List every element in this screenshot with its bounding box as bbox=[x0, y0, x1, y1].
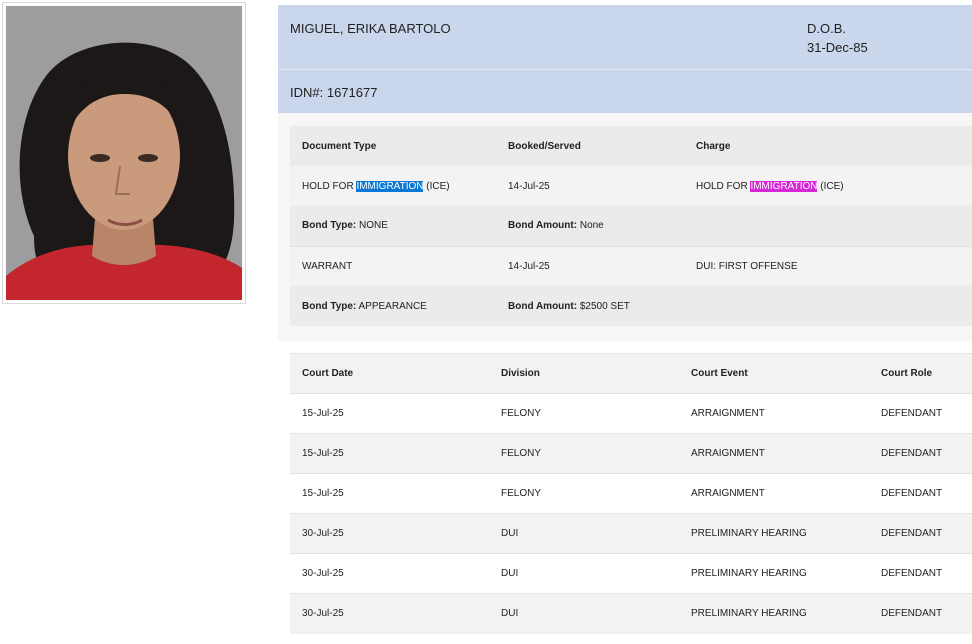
inmate-name: MIGUEL, ERIKA BARTOLO bbox=[290, 21, 451, 36]
charge-row: WARRANT 14-Jul-25 DUI: FIRST OFFENSE bbox=[290, 245, 972, 286]
court-date-cell: 15-Jul-25 bbox=[290, 473, 489, 514]
charge-cell: DUI: FIRST OFFENSE bbox=[684, 245, 972, 286]
court-date-cell: 15-Jul-25 bbox=[290, 393, 489, 434]
court-row: 30-Jul-25 DUI PRELIMINARY HEARING DEFEND… bbox=[290, 593, 972, 634]
court-event-cell: PRELIMINARY HEARING bbox=[679, 553, 869, 594]
court-row: 30-Jul-25 DUI PRELIMINARY HEARING DEFEND… bbox=[290, 513, 972, 554]
idn-number: IDN#: 1671677 bbox=[290, 85, 378, 100]
court-row: 15-Jul-25 FELONY ARRAIGNMENT DEFENDANT bbox=[290, 433, 972, 474]
col-charge: Charge bbox=[684, 126, 972, 166]
document-type-cell: HOLD FOR IMMIGRATION (ICE) bbox=[290, 166, 496, 206]
court-row: 15-Jul-25 FELONY ARRAIGNMENT DEFENDANT bbox=[290, 393, 972, 434]
court-role-cell: DEFENDANT bbox=[869, 513, 972, 554]
court-date-cell: 30-Jul-25 bbox=[290, 553, 489, 594]
booking-photo bbox=[6, 6, 242, 300]
charges-table: Document Type Booked/Served Charge HOLD … bbox=[290, 126, 972, 326]
court-row: 15-Jul-25 FELONY ARRAIGNMENT DEFENDANT bbox=[290, 473, 972, 514]
court-event-cell: PRELIMINARY HEARING bbox=[679, 593, 869, 634]
col-document-type: Document Type bbox=[290, 126, 496, 166]
col-booked-served: Booked/Served bbox=[496, 126, 684, 166]
court-role-cell: DEFENDANT bbox=[869, 553, 972, 594]
court-date-cell: 15-Jul-25 bbox=[290, 433, 489, 474]
court-role-cell: DEFENDANT bbox=[869, 593, 972, 634]
court-table: Court Date Division Court Event Court Ro… bbox=[290, 353, 972, 634]
bond-empty-cell bbox=[684, 286, 972, 326]
booked-cell: 14-Jul-25 bbox=[496, 245, 684, 286]
division-cell: DUI bbox=[489, 593, 679, 634]
court-role-cell: DEFENDANT bbox=[869, 393, 972, 434]
division-cell: DUI bbox=[489, 553, 679, 594]
court-row: 30-Jul-25 DUI PRELIMINARY HEARING DEFEND… bbox=[290, 553, 972, 594]
bond-empty-cell bbox=[684, 206, 972, 246]
bond-amount-cell: Bond Amount: None bbox=[496, 206, 684, 246]
bond-row: Bond Type: APPEARANCE Bond Amount: $2500… bbox=[290, 286, 972, 326]
charge-row: HOLD FOR IMMIGRATION (ICE) 14-Jul-25 HOL… bbox=[290, 166, 972, 206]
court-date-cell: 30-Jul-25 bbox=[290, 593, 489, 634]
court-event-cell: ARRAIGNMENT bbox=[679, 433, 869, 474]
col-court-date: Court Date bbox=[290, 353, 489, 394]
bond-type-cell: Bond Type: APPEARANCE bbox=[290, 286, 496, 326]
col-court-role: Court Role bbox=[869, 353, 972, 394]
court-date-cell: 30-Jul-25 bbox=[290, 513, 489, 554]
division-cell: DUI bbox=[489, 513, 679, 554]
dob-label: D.O.B. bbox=[807, 21, 847, 36]
court-event-cell: PRELIMINARY HEARING bbox=[679, 513, 869, 554]
division-cell: FELONY bbox=[489, 473, 679, 514]
court-header-row: Court Date Division Court Event Court Ro… bbox=[290, 353, 972, 394]
charges-header-row: Document Type Booked/Served Charge bbox=[290, 126, 972, 166]
court-event-cell: ARRAIGNMENT bbox=[679, 393, 869, 434]
header-divider bbox=[278, 69, 972, 70]
booked-cell: 14-Jul-25 bbox=[496, 166, 684, 206]
charges-panel: Document Type Booked/Served Charge HOLD … bbox=[278, 113, 972, 341]
bond-amount-cell: Bond Amount: $2500 SET bbox=[496, 286, 684, 326]
search-highlight: IMMIGRATION bbox=[356, 180, 424, 192]
document-type-cell: WARRANT bbox=[290, 245, 496, 286]
court-role-cell: DEFENDANT bbox=[869, 433, 972, 474]
col-court-event: Court Event bbox=[679, 353, 869, 394]
bond-type-cell: Bond Type: NONE bbox=[290, 206, 496, 246]
photo-frame bbox=[2, 2, 246, 304]
dob-value: 31-Dec-85 bbox=[807, 40, 868, 55]
division-cell: FELONY bbox=[489, 393, 679, 434]
inmate-header: MIGUEL, ERIKA BARTOLO D.O.B. 31-Dec-85 I… bbox=[278, 5, 972, 113]
court-event-cell: ARRAIGNMENT bbox=[679, 473, 869, 514]
col-division: Division bbox=[489, 353, 679, 394]
charge-cell: HOLD FOR IMMIGRATION (ICE) bbox=[684, 166, 972, 206]
bond-row: Bond Type: NONE Bond Amount: None bbox=[290, 206, 972, 246]
division-cell: FELONY bbox=[489, 433, 679, 474]
search-highlight: IMMIGRATION bbox=[750, 180, 818, 192]
court-role-cell: DEFENDANT bbox=[869, 473, 972, 514]
